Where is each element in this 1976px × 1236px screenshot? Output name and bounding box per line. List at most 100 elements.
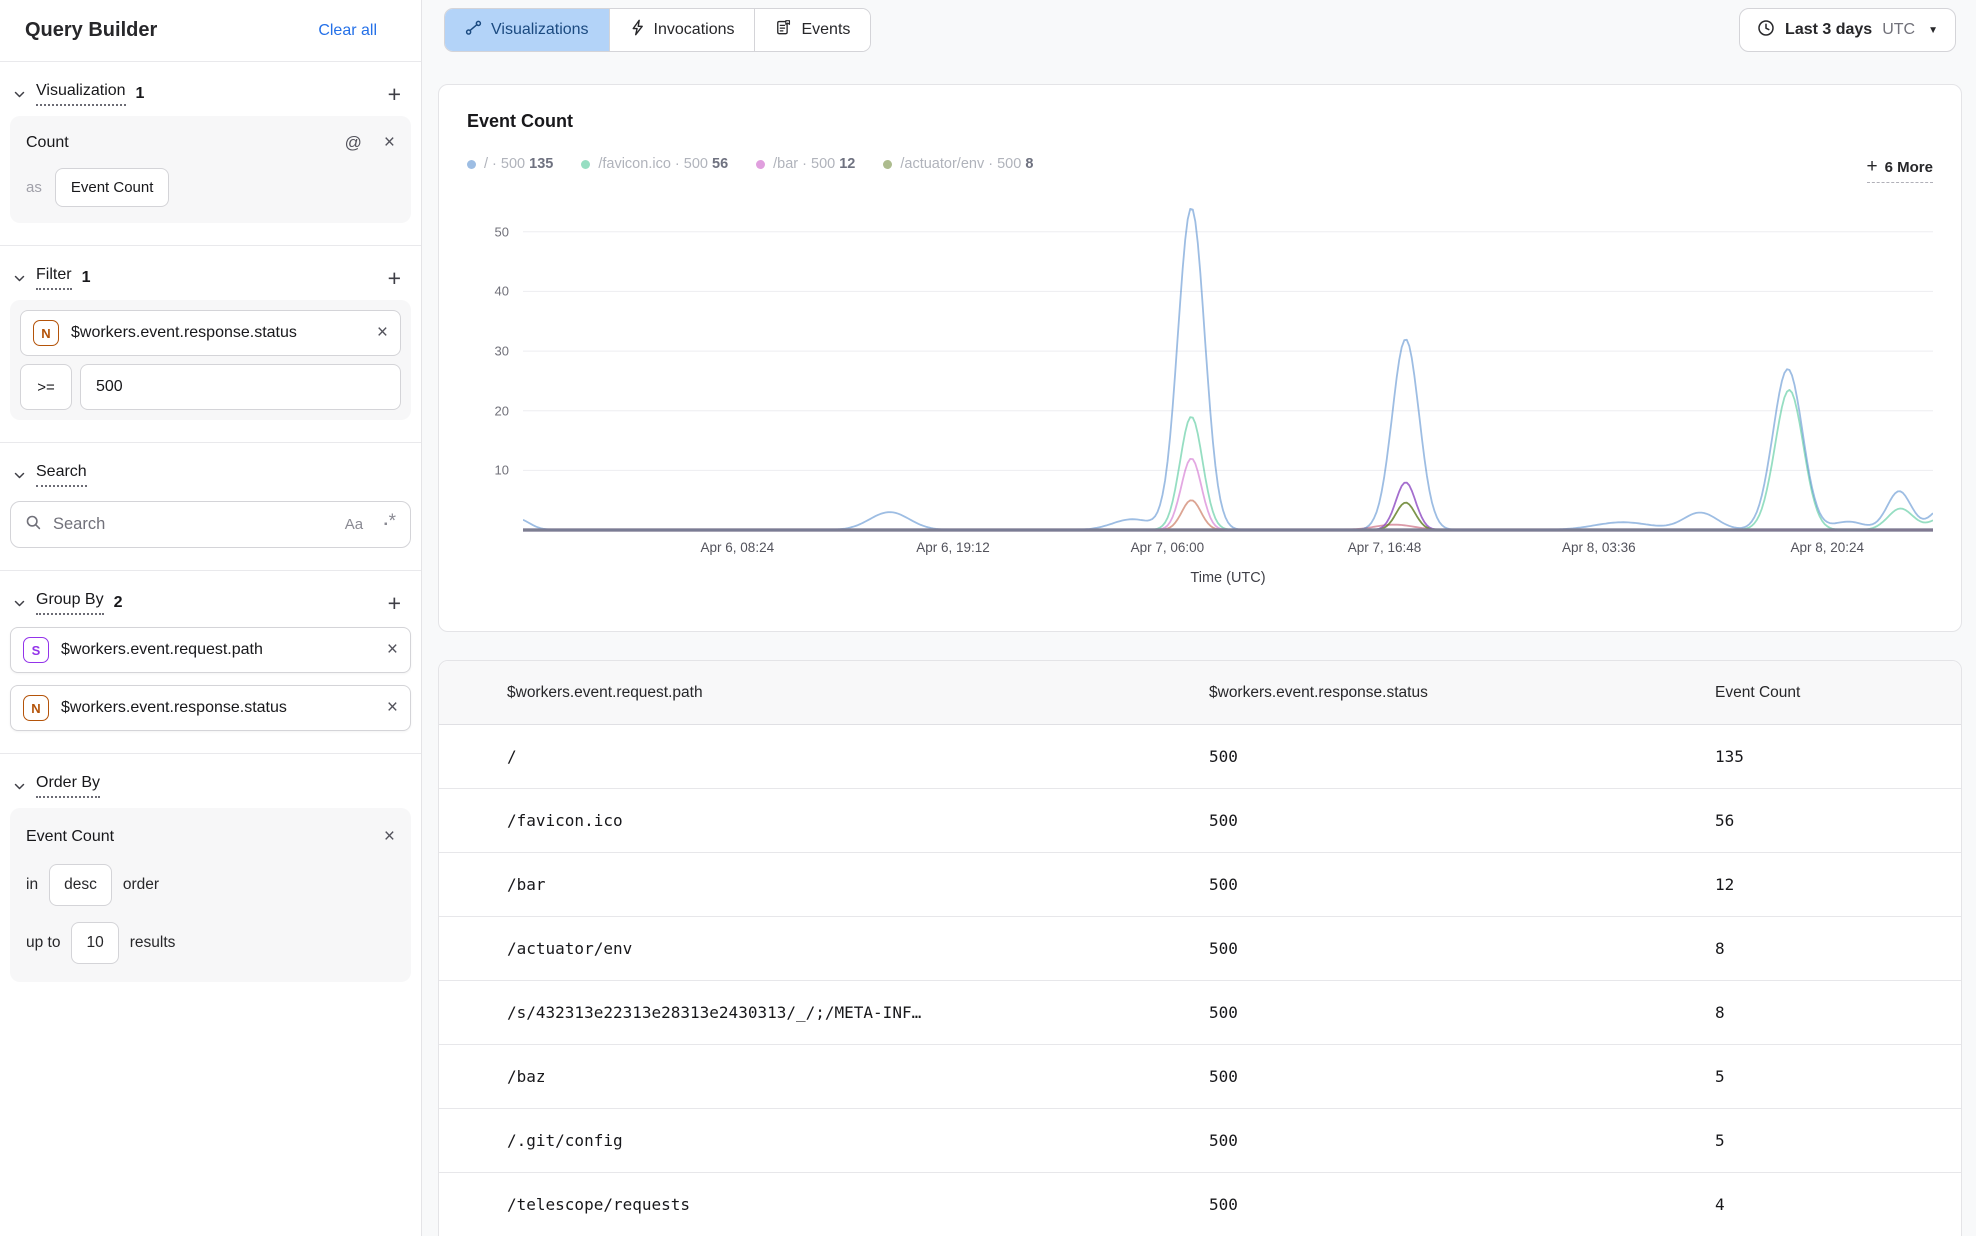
- results-label: results: [130, 934, 176, 952]
- y-tick-label: 10: [495, 463, 509, 478]
- tab-visualizations[interactable]: Visualizations: [445, 9, 610, 51]
- table-row: /bar50012: [439, 853, 1961, 917]
- view-tabs: Visualizations Invocations Events: [444, 8, 871, 52]
- cell-event-count: 4: [1715, 1195, 1961, 1214]
- page-title: Query Builder: [25, 19, 157, 42]
- series-color-dot: [883, 160, 892, 169]
- legend-item[interactable]: / · 500 135: [467, 156, 553, 172]
- upto-label: up to: [26, 934, 60, 952]
- result-limit-input[interactable]: 10: [71, 922, 118, 964]
- regex-toggle[interactable]: ▪*: [384, 519, 396, 531]
- chevron-down-icon[interactable]: [13, 272, 26, 285]
- table-row: /telescope/requests5004: [439, 1173, 1961, 1236]
- cell-response-status: 500: [1209, 747, 1715, 766]
- topbar: Visualizations Invocations Events Last 3…: [422, 0, 1976, 52]
- clear-all-button[interactable]: Clear all: [318, 22, 377, 40]
- at-icon[interactable]: @: [345, 133, 362, 153]
- divider: [0, 442, 421, 443]
- chart-plot-region: 1020304050 Apr 6, 08:24Apr 6, 19:12Apr 7…: [467, 199, 1933, 586]
- search-input[interactable]: Search Aa ▪*: [10, 501, 411, 548]
- case-sensitivity-toggle[interactable]: Aa: [345, 516, 363, 533]
- filter-count: 1: [82, 269, 91, 287]
- group-by-field-status[interactable]: N $workers.event.response.status ×: [10, 685, 411, 731]
- filter-section-label[interactable]: Filter: [36, 266, 72, 290]
- cell-event-count: 8: [1715, 939, 1961, 958]
- filter-card: N $workers.event.response.status × >= 50…: [10, 300, 411, 420]
- chart-plot[interactable]: [523, 199, 1933, 532]
- legend-item[interactable]: /actuator/env · 500 8: [883, 156, 1033, 172]
- add-visualization-button[interactable]: +: [380, 83, 409, 106]
- tab-events[interactable]: Events: [755, 9, 870, 51]
- group-by-section-label[interactable]: Group By: [36, 591, 104, 615]
- chevron-down-icon[interactable]: [13, 469, 26, 482]
- cell-request-path: /telescope/requests: [507, 1195, 1209, 1214]
- cell-event-count: 56: [1715, 811, 1961, 830]
- legend-item[interactable]: /bar · 500 12: [756, 156, 855, 172]
- y-tick-label: 50: [495, 224, 509, 239]
- add-group-by-button[interactable]: +: [380, 592, 409, 615]
- string-type-icon: S: [23, 637, 49, 663]
- x-tick-label: Apr 8, 03:36: [1562, 540, 1636, 555]
- table-row: /actuator/env5008: [439, 917, 1961, 981]
- filter-field-selector[interactable]: N $workers.event.response.status ×: [20, 310, 401, 356]
- remove-group-by-icon[interactable]: ×: [387, 639, 398, 661]
- cell-request-path: /bar: [507, 875, 1209, 894]
- results-table-card: $workers.event.request.path $workers.eve…: [438, 660, 1962, 1236]
- query-builder-sidebar: Query Builder Clear all Visualization 1 …: [0, 0, 422, 1236]
- column-header-status: $workers.event.response.status: [1209, 684, 1715, 702]
- group-by-field-path[interactable]: S $workers.event.request.path ×: [10, 627, 411, 673]
- x-tick-label: Apr 7, 06:00: [1131, 540, 1205, 555]
- line-chart-icon: [465, 20, 482, 41]
- chart-legend: / · 500 135/favicon.ico · 500 56/bar · 5…: [467, 156, 1867, 172]
- series-color-dot: [756, 160, 765, 169]
- main-area: Visualizations Invocations Events Last 3…: [422, 0, 1976, 1236]
- cell-response-status: 500: [1209, 875, 1715, 894]
- remove-order-by-icon[interactable]: ×: [384, 826, 395, 848]
- column-header-count: Event Count: [1715, 684, 1961, 702]
- filter-section-header: Filter 1 +: [13, 266, 409, 290]
- filter-operator-select[interactable]: >=: [20, 364, 72, 410]
- cell-request-path: /s/432313e22313e28313e2430313/_/;/META-I…: [507, 1003, 1209, 1022]
- remove-filter-icon[interactable]: ×: [377, 322, 388, 344]
- order-by-section-header: Order By: [13, 774, 409, 798]
- more-series-button[interactable]: + 6 More: [1867, 156, 1933, 183]
- number-type-icon: N: [33, 320, 59, 346]
- table-row: /.git/config5005: [439, 1109, 1961, 1173]
- chevron-down-icon[interactable]: [13, 88, 26, 101]
- order-direction-select[interactable]: desc: [49, 864, 112, 906]
- chart-title: Event Count: [467, 111, 1933, 132]
- tab-invocations[interactable]: Invocations: [610, 9, 756, 51]
- metric-label[interactable]: Count: [26, 134, 345, 152]
- visualization-card: Count @ × as Event Count: [10, 116, 411, 223]
- filter-value-input[interactable]: 500: [80, 364, 401, 410]
- time-range-picker[interactable]: Last 3 days UTC ▼: [1739, 8, 1956, 52]
- remove-group-by-icon[interactable]: ×: [387, 697, 398, 719]
- filter-field-name: $workers.event.response.status: [71, 324, 365, 342]
- group-by-count: 2: [114, 594, 123, 612]
- remove-visualization-icon[interactable]: ×: [384, 132, 395, 154]
- search-section-label[interactable]: Search: [36, 463, 87, 487]
- x-axis-labels: Apr 6, 08:24Apr 6, 19:12Apr 7, 06:00Apr …: [523, 540, 1933, 560]
- chevron-down-icon[interactable]: [13, 780, 26, 793]
- order-by-section-label[interactable]: Order By: [36, 774, 100, 798]
- legend-item[interactable]: /favicon.ico · 500 56: [581, 156, 728, 172]
- cell-response-status: 500: [1209, 1131, 1715, 1150]
- cell-event-count: 5: [1715, 1067, 1961, 1086]
- number-type-icon: N: [23, 695, 49, 721]
- as-label: as: [26, 179, 42, 196]
- visualization-alias-field[interactable]: Event Count: [55, 168, 170, 207]
- order-label: order: [123, 876, 159, 894]
- chevron-down-icon[interactable]: [13, 597, 26, 610]
- cell-response-status: 500: [1209, 939, 1715, 958]
- visualization-section-label[interactable]: Visualization: [36, 82, 126, 106]
- cell-event-count: 135: [1715, 747, 1961, 766]
- x-tick-label: Apr 7, 16:48: [1348, 540, 1422, 555]
- timezone-label: UTC: [1882, 21, 1915, 39]
- y-tick-label: 20: [495, 403, 509, 418]
- search-section-header: Search: [13, 463, 409, 487]
- table-row: /500135: [439, 725, 1961, 789]
- x-tick-label: Apr 6, 08:24: [701, 540, 775, 555]
- order-by-field[interactable]: Event Count: [26, 828, 384, 846]
- add-filter-button[interactable]: +: [380, 267, 409, 290]
- x-tick-label: Apr 8, 20:24: [1790, 540, 1864, 555]
